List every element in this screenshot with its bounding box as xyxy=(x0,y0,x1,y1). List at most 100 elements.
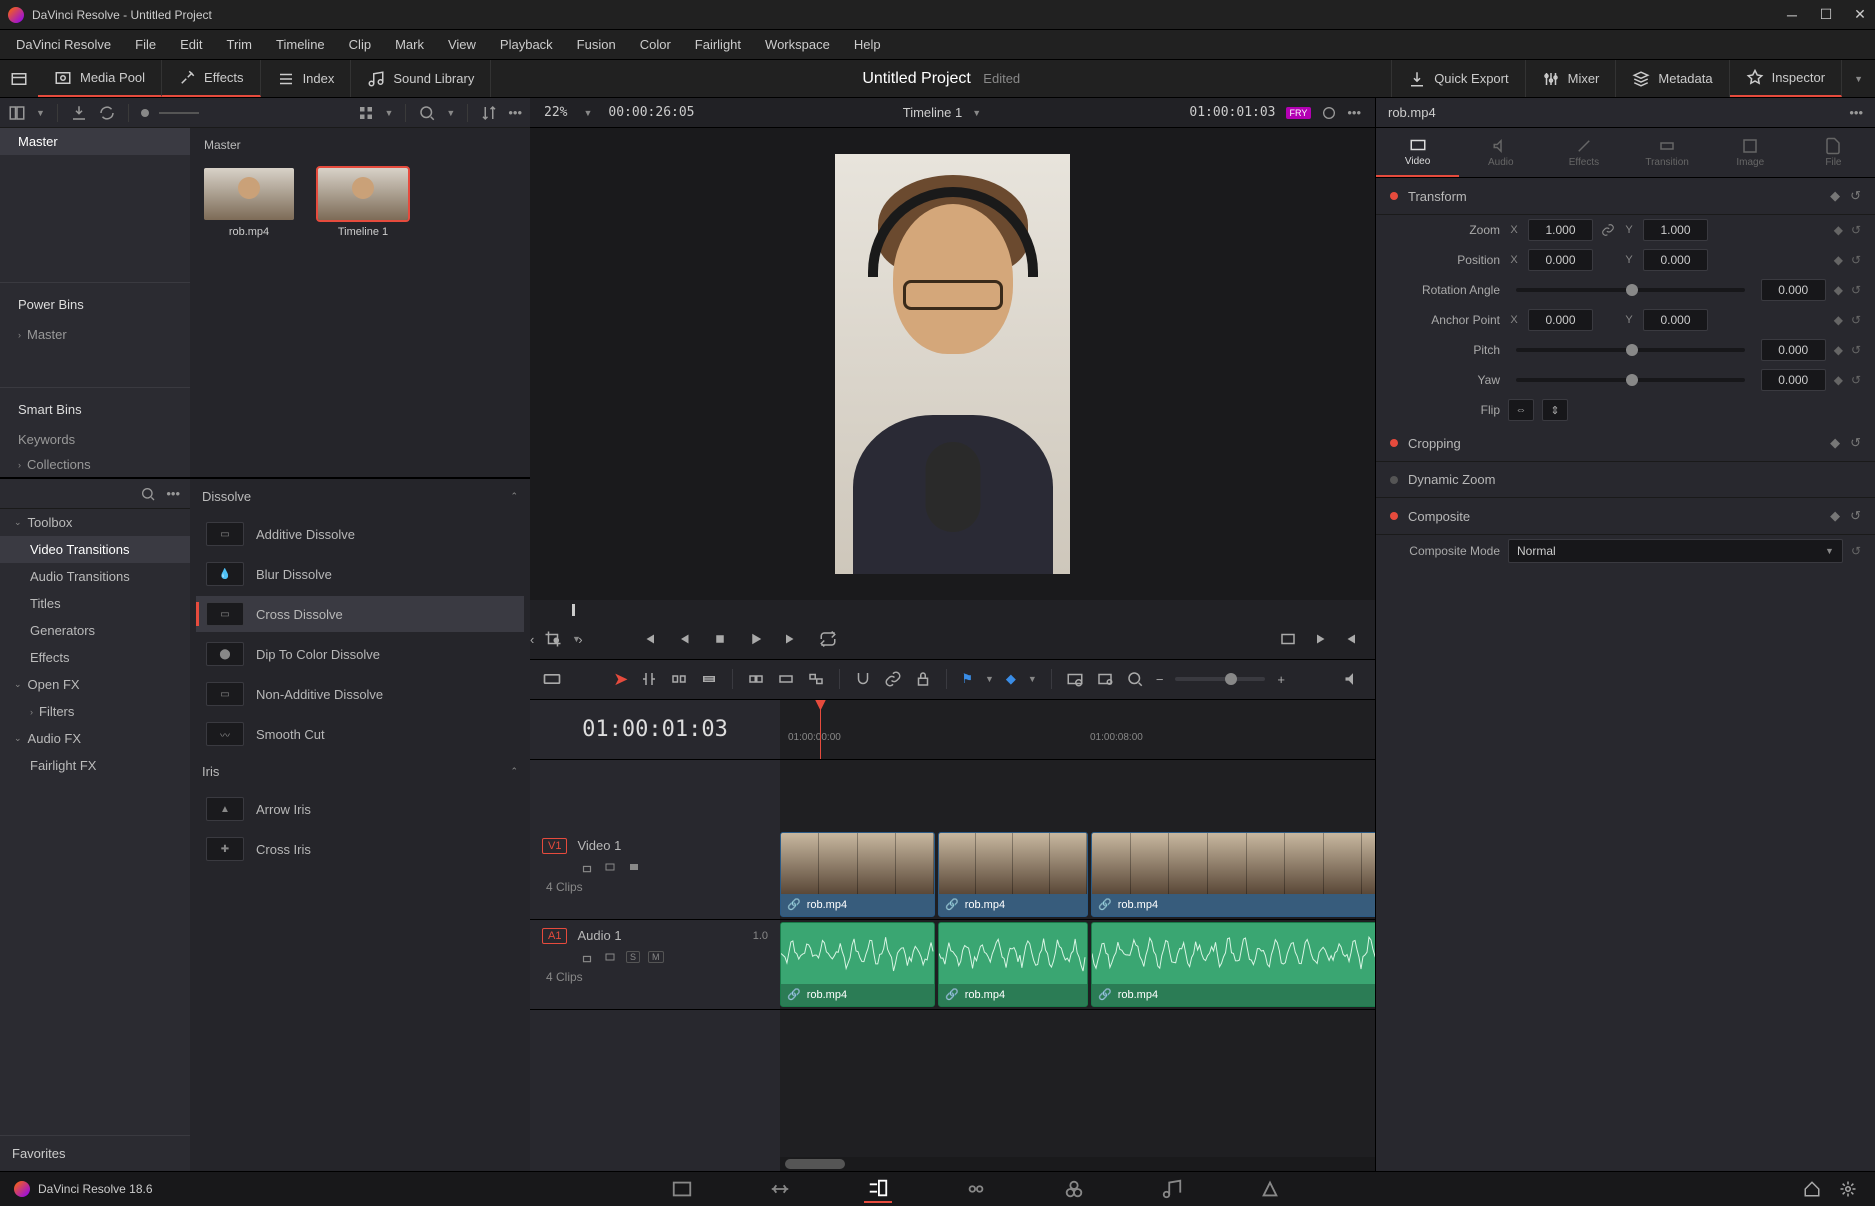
shelf-dropdown[interactable]: ▼ xyxy=(1842,60,1875,97)
anchor-x-input[interactable]: 0.000 xyxy=(1528,309,1593,331)
clip-thumb-timeline1[interactable]: Timeline 1 xyxy=(318,168,408,238)
audio-clip[interactable]: 🔗rob.mp4 xyxy=(780,922,935,1007)
video-clip[interactable]: 🔗rob.mp4 xyxy=(938,832,1088,917)
menu-file[interactable]: File xyxy=(125,33,166,56)
minimize-button[interactable]: ─ xyxy=(1785,8,1799,22)
bin-breadcrumb[interactable]: Master xyxy=(198,136,522,162)
toolbox-item[interactable]: ⌄Toolbox xyxy=(0,509,190,536)
fx-non-additive[interactable]: ▭Non-Additive Dissolve xyxy=(196,676,524,712)
video-track-header[interactable]: V1Video 1 4 Clips xyxy=(530,830,780,920)
menu-mark[interactable]: Mark xyxy=(385,33,434,56)
position-reset-icon[interactable]: ↺ xyxy=(1851,253,1861,267)
crop-chevron-icon[interactable]: ▼ xyxy=(572,634,581,644)
color-wheel-icon[interactable] xyxy=(1321,105,1337,121)
a1-mute-button[interactable]: M xyxy=(648,951,664,963)
menu-davinci[interactable]: DaVinci Resolve xyxy=(6,33,121,56)
inspector-tab-transition[interactable]: Transition xyxy=(1626,128,1709,177)
yaw-slider[interactable] xyxy=(1516,378,1745,382)
sync-icon[interactable] xyxy=(98,104,116,122)
go-out-icon[interactable] xyxy=(1343,630,1361,648)
viewer-more-icon[interactable]: ••• xyxy=(1347,105,1361,120)
menu-view[interactable]: View xyxy=(438,33,486,56)
composite-mode-reset-icon[interactable]: ↺ xyxy=(1851,544,1861,558)
edit-page-icon[interactable] xyxy=(864,1175,892,1203)
zoom-link-icon[interactable] xyxy=(1601,223,1615,237)
openfx-item[interactable]: ⌄Open FX xyxy=(0,671,190,698)
audio-clip[interactable]: 🔗rob.mp4 xyxy=(938,922,1088,1007)
loop-icon[interactable] xyxy=(819,630,837,648)
position-y-input[interactable]: 0.000 xyxy=(1643,249,1708,271)
cropping-section[interactable]: Cropping ◆↺ xyxy=(1376,425,1875,462)
titles-item[interactable]: Titles xyxy=(0,590,190,617)
v1-auto-icon[interactable] xyxy=(602,861,618,873)
marker-icon[interactable]: ◆ xyxy=(1006,671,1016,687)
anchor-reset-icon[interactable]: ↺ xyxy=(1851,313,1861,327)
metadata-toggle[interactable]: Metadata xyxy=(1616,60,1729,97)
blade-tool-icon[interactable] xyxy=(700,670,718,688)
cropping-reset-icon[interactable]: ↺ xyxy=(1850,435,1861,451)
viewer-scrubber[interactable] xyxy=(530,600,1375,620)
play-icon[interactable] xyxy=(747,630,765,648)
lock-icon[interactable] xyxy=(914,670,932,688)
composite-mode-select[interactable]: Normal▼ xyxy=(1508,539,1843,563)
bin-master[interactable]: Master xyxy=(0,128,190,155)
go-in-icon[interactable] xyxy=(1311,630,1329,648)
yaw-reset-icon[interactable]: ↺ xyxy=(1851,373,1861,387)
zoom-to-fit-icon[interactable] xyxy=(1096,670,1114,688)
zoom-keyframe-icon[interactable]: ◆ xyxy=(1834,223,1843,237)
power-bins-master[interactable]: ›Master xyxy=(0,322,190,347)
viewer-canvas[interactable] xyxy=(530,128,1375,600)
fx-additive-dissolve[interactable]: ▭Additive Dissolve xyxy=(196,516,524,552)
video-transitions-item[interactable]: Video Transitions xyxy=(0,536,190,563)
cropping-enable-dot[interactable] xyxy=(1390,439,1398,447)
inspector-tab-image[interactable]: Image xyxy=(1709,128,1792,177)
transform-keyframe-icon[interactable]: ◆ xyxy=(1830,188,1840,204)
quick-export-button[interactable]: Quick Export xyxy=(1391,60,1525,97)
menu-edit[interactable]: Edit xyxy=(170,33,212,56)
composite-keyframe-icon[interactable]: ◆ xyxy=(1830,508,1840,524)
position-keyframe-icon[interactable]: ◆ xyxy=(1834,253,1843,267)
transform-enable-dot[interactable] xyxy=(1390,192,1398,200)
fx-cross-dissolve[interactable]: ▭Cross Dissolve xyxy=(196,596,524,632)
flip-v-button[interactable]: ⇕ xyxy=(1542,399,1568,421)
timeline-name[interactable]: Timeline 1 xyxy=(903,105,962,120)
inspector-toggle[interactable]: Inspector xyxy=(1730,60,1842,97)
home-icon[interactable] xyxy=(1803,1180,1821,1198)
fairlightfx-item[interactable]: Fairlight FX xyxy=(0,752,190,779)
pitch-input[interactable]: 0.000 xyxy=(1761,339,1826,361)
audio-meters-icon[interactable] xyxy=(1343,669,1363,689)
viewer-zoom[interactable]: 22% xyxy=(544,105,567,120)
view-chevron-icon[interactable]: ▼ xyxy=(385,108,394,118)
menu-workspace[interactable]: Workspace xyxy=(755,33,840,56)
stop-icon[interactable] xyxy=(711,630,729,648)
go-last-icon[interactable] xyxy=(783,630,801,648)
dynzoom-enable-dot[interactable] xyxy=(1390,476,1398,484)
cut-page-icon[interactable] xyxy=(766,1175,794,1203)
menu-fusion[interactable]: Fusion xyxy=(567,33,626,56)
close-button[interactable]: ✕ xyxy=(1853,8,1867,22)
timeline-name-dropdown-icon[interactable]: ▼ xyxy=(972,108,981,118)
sidebar-icon[interactable] xyxy=(8,104,26,122)
smart-bins-header[interactable]: Smart Bins xyxy=(0,387,190,427)
snap-icon[interactable] xyxy=(854,670,872,688)
composite-enable-dot[interactable] xyxy=(1390,512,1398,520)
zoom-reset-icon[interactable]: ↺ xyxy=(1851,223,1861,237)
link-icon[interactable] xyxy=(884,670,902,688)
inspector-tab-effects[interactable]: Effects xyxy=(1542,128,1625,177)
match-frame-icon[interactable] xyxy=(1279,630,1297,648)
rotation-input[interactable]: 0.000 xyxy=(1761,279,1826,301)
fairlight-page-icon[interactable] xyxy=(1158,1175,1186,1203)
composite-section[interactable]: Composite ◆↺ xyxy=(1376,498,1875,535)
sidebar-chevron-icon[interactable]: ▼ xyxy=(36,108,45,118)
index-toggle[interactable]: Index xyxy=(261,60,352,97)
anchor-keyframe-icon[interactable]: ◆ xyxy=(1834,313,1843,327)
menu-help[interactable]: Help xyxy=(844,33,891,56)
color-page-icon[interactable] xyxy=(1060,1175,1088,1203)
cropping-keyframe-icon[interactable]: ◆ xyxy=(1830,435,1840,451)
go-first-icon[interactable] xyxy=(639,630,657,648)
menu-playback[interactable]: Playback xyxy=(490,33,563,56)
crop-icon[interactable] xyxy=(544,630,562,648)
prev-keyframe-icon[interactable]: ‹ xyxy=(530,632,534,647)
effects-search-icon[interactable] xyxy=(140,486,156,502)
insert-icon[interactable] xyxy=(747,670,765,688)
